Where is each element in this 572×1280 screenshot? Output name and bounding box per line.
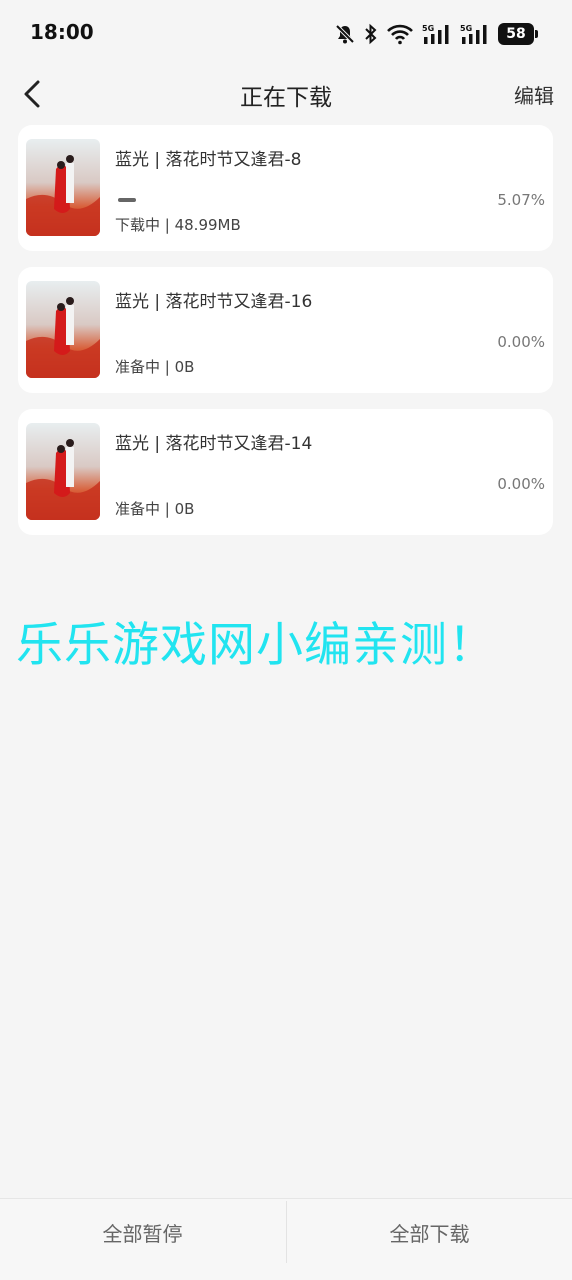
watermark-text: 乐乐游戏网小编亲测！ — [16, 618, 496, 673]
item-title: 蓝光 | 落花时节又逢君-16 — [115, 292, 313, 312]
download-item[interactable]: 蓝光 | 落花时节又逢君-16 0.00% 准备中 | 0B — [18, 267, 553, 393]
battery-icon: 58 — [498, 23, 538, 45]
progress-indicator — [118, 198, 136, 202]
download-all-button[interactable]: 全部下载 — [287, 1199, 572, 1265]
item-status: 准备中 | 0B — [115, 358, 195, 376]
item-status: 准备中 | 0B — [115, 500, 195, 518]
signal-5g-icon: 5G — [460, 23, 490, 45]
poster-thumbnail — [26, 139, 100, 236]
poster-thumbnail — [26, 281, 100, 378]
page-title: 正在下载 — [240, 85, 332, 111]
pause-all-button[interactable]: 全部暂停 — [0, 1199, 285, 1265]
svg-text:5G: 5G — [460, 24, 472, 33]
bell-off-icon — [334, 23, 356, 45]
battery-level: 58 — [506, 26, 526, 42]
download-item[interactable]: 蓝光 | 落花时节又逢君-14 0.00% 准备中 | 0B — [18, 409, 553, 535]
item-status: 下载中 | 48.99MB — [115, 216, 241, 234]
wifi-icon — [386, 23, 414, 45]
status-time: 18:00 — [30, 20, 94, 44]
top-bar: 正在下载 编辑 — [0, 66, 572, 122]
bottom-action-bar: 全部暂停 全部下载 — [0, 1198, 572, 1280]
signal-5g-icon: 5G — [422, 23, 452, 45]
item-percent: 0.00% — [497, 333, 545, 351]
bluetooth-icon — [364, 23, 378, 45]
svg-text:5G: 5G — [422, 24, 434, 33]
item-title: 蓝光 | 落花时节又逢君-14 — [115, 434, 313, 454]
item-title: 蓝光 | 落花时节又逢君-8 — [115, 150, 302, 170]
item-percent: 0.00% — [497, 475, 545, 493]
poster-thumbnail — [26, 423, 100, 520]
item-percent: 5.07% — [497, 191, 545, 209]
status-bar: 18:00 5G 5G 58 — [0, 0, 572, 66]
status-icons: 5G 5G 58 — [334, 20, 538, 48]
download-item[interactable]: 蓝光 | 落花时节又逢君-8 5.07% 下载中 | 48.99MB — [18, 125, 553, 251]
edit-button[interactable]: 编辑 — [514, 80, 554, 109]
